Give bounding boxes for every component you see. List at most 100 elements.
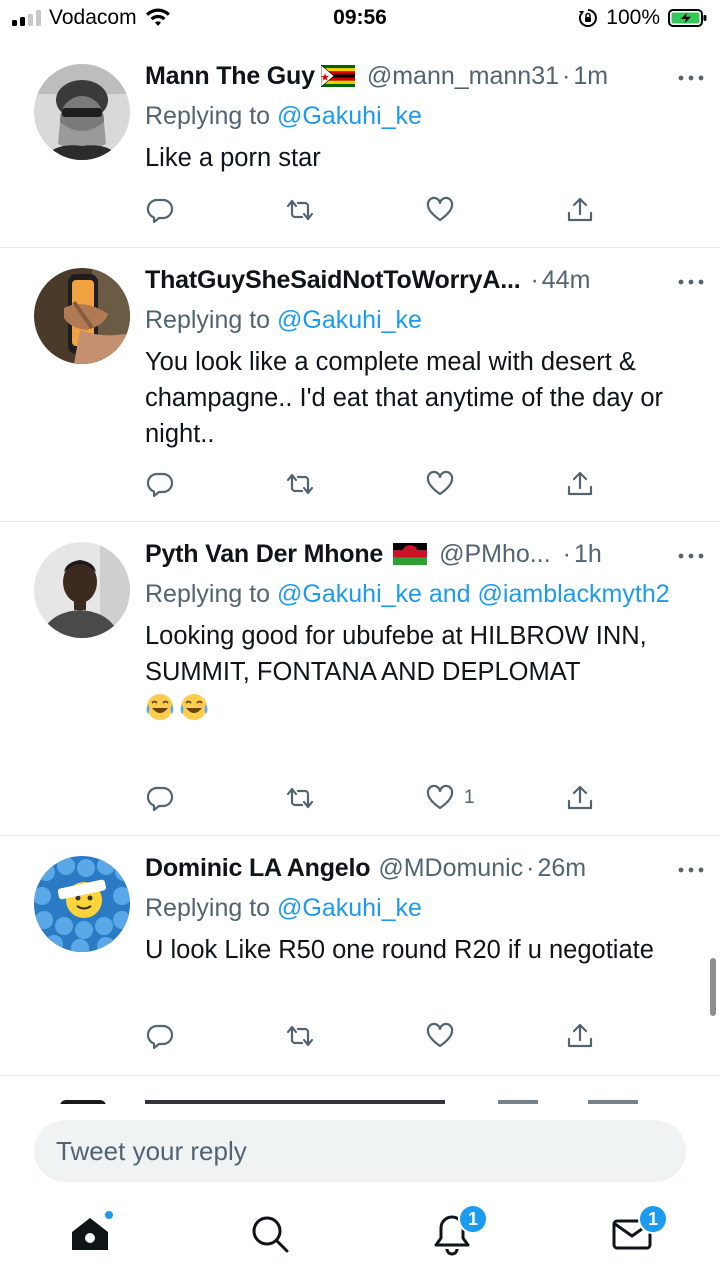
replying-to-label: Replying to bbox=[145, 102, 278, 130]
tweet-time[interactable]: 44m bbox=[542, 266, 591, 295]
avatar[interactable] bbox=[34, 268, 130, 364]
battery-charging-icon bbox=[668, 9, 707, 27]
display-name[interactable]: Pyth Van Der Mhone bbox=[145, 540, 383, 569]
more-icon[interactable] bbox=[676, 546, 706, 566]
avatar[interactable] bbox=[34, 856, 130, 952]
tweet-actions bbox=[0, 1018, 720, 1054]
mention-link[interactable]: @Gakuhi_ke bbox=[277, 102, 422, 130]
share-icon bbox=[567, 785, 593, 810]
reply-feed[interactable]: Mann The Guy @mann_mann31 · 1m Replying … bbox=[0, 44, 720, 1104]
search-icon bbox=[252, 1216, 289, 1253]
tab-messages[interactable]: 1 bbox=[610, 1204, 668, 1256]
messages-badge: 1 bbox=[638, 1204, 668, 1234]
orientation-lock-icon bbox=[579, 9, 598, 27]
tweet-actions: 1 bbox=[0, 780, 720, 816]
tweet-text: Looking good for ubufebe at HILBROW INN,… bbox=[145, 618, 696, 726]
tab-search[interactable] bbox=[248, 1212, 292, 1256]
retweet-icon bbox=[286, 1025, 314, 1047]
tab-notifications[interactable]: 1 bbox=[430, 1204, 488, 1256]
status-right: 100% bbox=[578, 6, 708, 30]
user-handle[interactable]: @MDomunic bbox=[378, 854, 523, 883]
tab-home[interactable] bbox=[68, 1209, 115, 1256]
home-unread-dot bbox=[103, 1209, 115, 1221]
tweet-time[interactable]: 1m bbox=[573, 62, 608, 91]
status-bar: Vodacom 09:56 100% bbox=[0, 0, 720, 40]
more-icon[interactable] bbox=[676, 860, 706, 880]
share-icon bbox=[567, 471, 593, 496]
tweet-actions bbox=[0, 466, 720, 502]
partial-tweet-preview bbox=[60, 1100, 638, 1104]
reply-icon bbox=[146, 198, 174, 224]
share-button[interactable] bbox=[566, 192, 594, 228]
separator-dot: · bbox=[562, 61, 571, 90]
tweet-text-body: Looking good for ubufebe at HILBROW INN,… bbox=[145, 622, 647, 686]
tweet-text: You look like a complete meal with deser… bbox=[145, 348, 664, 448]
malawi-flag-icon bbox=[393, 543, 428, 565]
tweet-header: Dominic LA Angelo @MDomunic · 26m bbox=[145, 848, 696, 888]
tears-of-joy-emoji bbox=[146, 694, 174, 720]
bottom-tab-bar: 1 1 bbox=[0, 1196, 720, 1280]
share-button[interactable] bbox=[566, 780, 594, 816]
tweet-header: Mann The Guy @mann_mann31 · 1m bbox=[145, 56, 696, 96]
reply-button[interactable] bbox=[146, 780, 174, 816]
scrollbar-thumb[interactable] bbox=[710, 958, 716, 1016]
tweet-text: U look Like R50 one round R20 if u negot… bbox=[145, 936, 654, 964]
separator-dot: · bbox=[530, 265, 539, 294]
notifications-badge: 1 bbox=[458, 1204, 488, 1234]
battery-percentage: 100% bbox=[606, 6, 660, 29]
tweet-partial[interactable] bbox=[0, 1088, 720, 1104]
reply-input[interactable] bbox=[56, 1135, 686, 1167]
tweet[interactable]: Mann The Guy @mann_mann31 · 1m Replying … bbox=[0, 44, 720, 248]
like-count: 1 bbox=[464, 787, 475, 808]
mention-link[interactable]: @Gakuhi_ke bbox=[277, 894, 422, 922]
display-name[interactable]: Dominic LA Angelo bbox=[145, 854, 371, 883]
reply-composer[interactable] bbox=[34, 1120, 686, 1182]
user-handle[interactable]: @mann_mann31 bbox=[367, 62, 559, 91]
replying-to: Replying to @Gakuhi_ke bbox=[145, 300, 696, 340]
heart-icon bbox=[426, 196, 454, 222]
heart-icon bbox=[426, 1022, 454, 1048]
replying-to: Replying to @Gakuhi_ke and @iamblackmyth… bbox=[145, 574, 696, 614]
display-name[interactable]: ThatGuySheSaidNotToWorryA... bbox=[145, 266, 521, 295]
separator-dot: · bbox=[526, 853, 535, 882]
reply-button[interactable] bbox=[146, 1018, 174, 1054]
zimbabwe-flag-icon bbox=[320, 65, 355, 87]
reply-button[interactable] bbox=[146, 192, 174, 228]
retweet-button[interactable] bbox=[286, 780, 314, 816]
reply-icon bbox=[146, 472, 174, 498]
retweet-button[interactable] bbox=[286, 466, 314, 502]
tweet-time[interactable]: 26m bbox=[538, 854, 587, 883]
display-name[interactable]: Mann The Guy bbox=[145, 62, 315, 91]
user-handle[interactable]: @PMho... bbox=[439, 540, 551, 569]
reply-icon bbox=[146, 1024, 174, 1050]
tweet-time[interactable]: 1h bbox=[574, 540, 602, 569]
share-button[interactable] bbox=[566, 1018, 594, 1054]
tweet[interactable]: Pyth Van Der Mhone @PMho... · 1h Replyin… bbox=[0, 522, 720, 836]
tweet-text: Like a porn star bbox=[145, 144, 321, 172]
share-button[interactable] bbox=[566, 466, 594, 502]
avatar[interactable] bbox=[34, 64, 130, 160]
replying-to-label: Replying to bbox=[145, 580, 278, 608]
reply-button[interactable] bbox=[146, 466, 174, 502]
more-icon[interactable] bbox=[676, 272, 706, 292]
more-icon[interactable] bbox=[676, 68, 706, 88]
tweet[interactable]: Dominic LA Angelo @MDomunic · 26m Replyi… bbox=[0, 836, 720, 1076]
replying-to-label: Replying to bbox=[145, 894, 278, 922]
retweet-button[interactable] bbox=[286, 1018, 314, 1054]
tweet[interactable]: ThatGuySheSaidNotToWorryA... · 44m Reply… bbox=[0, 248, 720, 522]
like-button[interactable] bbox=[426, 1018, 454, 1054]
avatar[interactable] bbox=[34, 542, 130, 638]
mention-link[interactable]: @Gakuhi_ke and @iamblackmyth2 bbox=[277, 580, 670, 608]
tweet-header: Pyth Van Der Mhone @PMho... · 1h bbox=[145, 534, 696, 574]
reply-icon bbox=[146, 786, 174, 812]
like-button[interactable] bbox=[426, 466, 454, 502]
tears-of-joy-emoji bbox=[180, 694, 208, 720]
tweet-header: ThatGuySheSaidNotToWorryA... · 44m bbox=[145, 260, 696, 300]
mention-link[interactable]: @Gakuhi_ke bbox=[277, 306, 422, 334]
like-button[interactable] bbox=[426, 192, 454, 228]
retweet-icon bbox=[286, 787, 314, 809]
like-button[interactable]: 1 bbox=[426, 780, 475, 816]
replying-to: Replying to @Gakuhi_ke bbox=[145, 888, 696, 928]
heart-icon bbox=[426, 470, 454, 496]
retweet-button[interactable] bbox=[286, 192, 314, 228]
